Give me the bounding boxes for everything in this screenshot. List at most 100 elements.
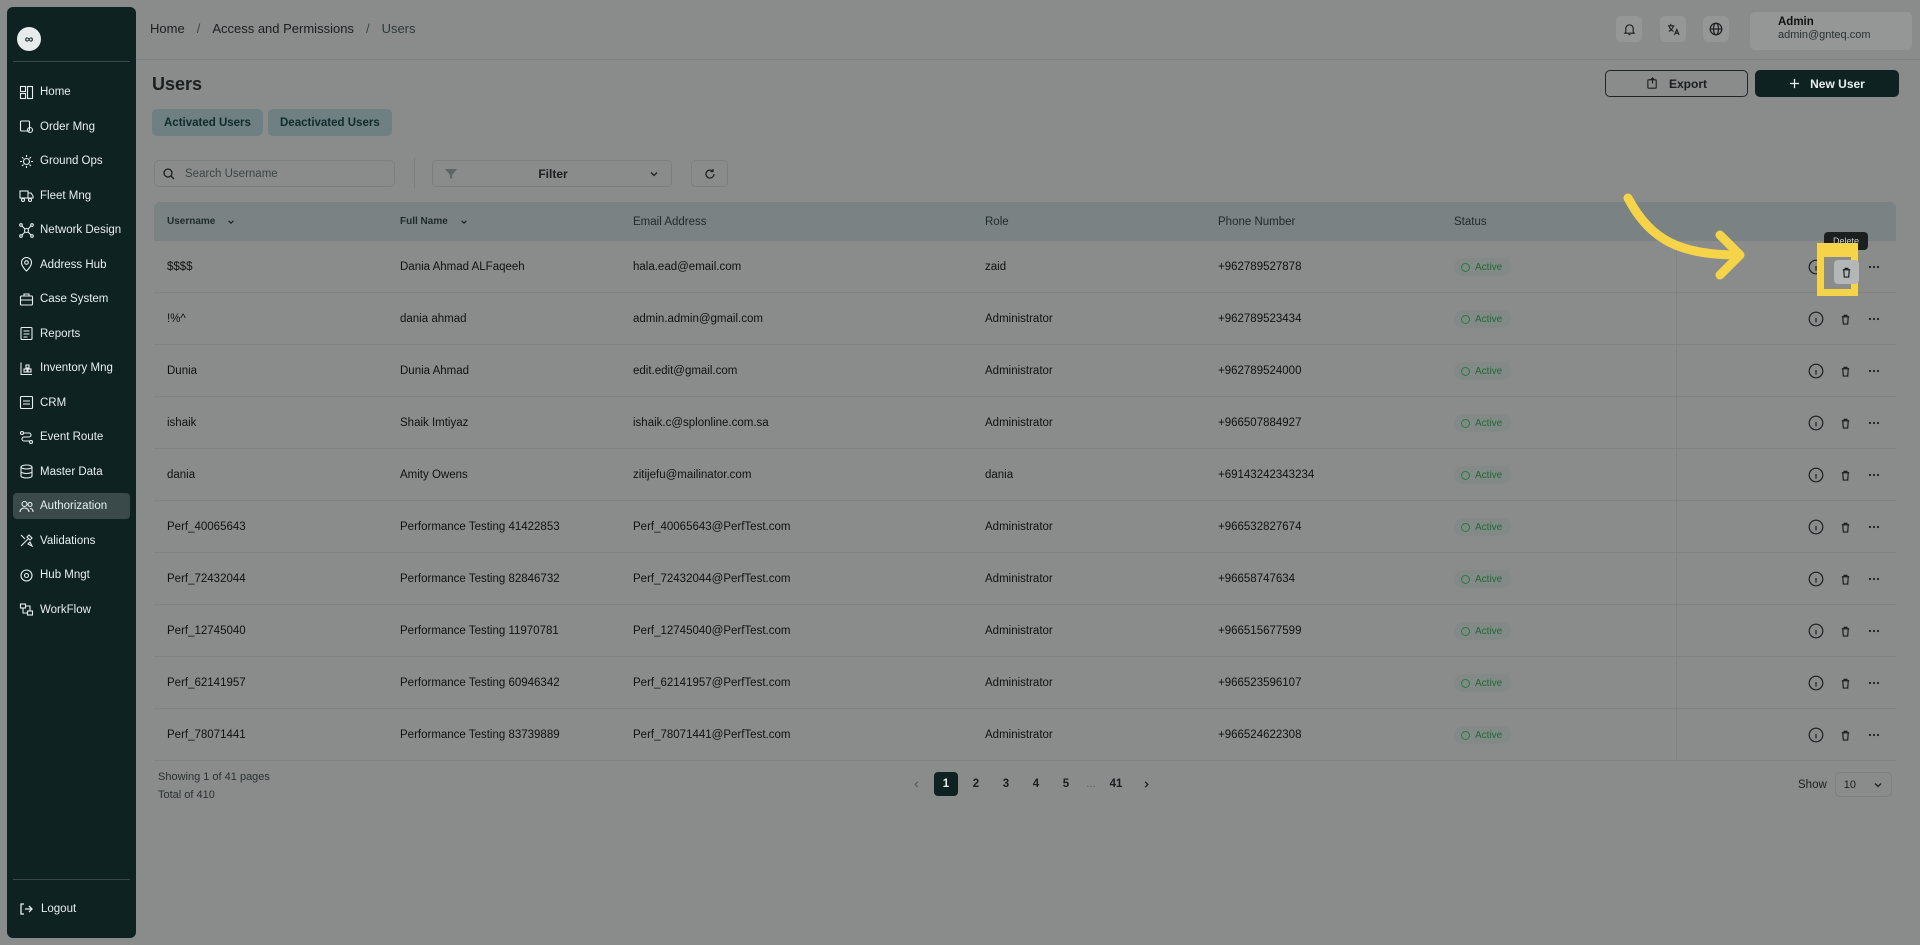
sidebar-item-label: Case System	[40, 293, 109, 305]
sidebar-item-address-hub[interactable]: Address Hub	[13, 252, 130, 278]
info-button[interactable]	[1805, 345, 1827, 397]
translate-button[interactable]	[1660, 16, 1686, 42]
delete-button[interactable]	[1834, 501, 1856, 553]
delete-button[interactable]	[1834, 605, 1856, 657]
table-row[interactable]: Perf_72432044 Performance Testing 8284673…	[154, 553, 1896, 605]
check-circle-icon	[1461, 470, 1470, 480]
sidebar-item-workflow[interactable]: WorkFlow	[13, 597, 130, 623]
cell-username: ishaik	[167, 417, 197, 429]
delete-button[interactable]	[1834, 709, 1856, 761]
page-button[interactable]: 41	[1104, 772, 1128, 796]
delete-button[interactable]	[1834, 397, 1856, 449]
breadcrumb-access[interactable]: Access and Permissions	[212, 21, 354, 36]
sidebar-item-master-data[interactable]: Master Data	[13, 459, 130, 485]
next-page-button[interactable]	[1134, 772, 1158, 796]
prev-page-button[interactable]	[904, 772, 928, 796]
sidebar-item-order-mng[interactable]: Order Mng	[13, 114, 130, 140]
page-button[interactable]: 2	[964, 772, 988, 796]
chevron-left-icon	[913, 780, 918, 788]
column-header-username[interactable]: Username	[167, 202, 235, 241]
page-size-select[interactable]: 10	[1834, 772, 1892, 797]
new-user-button[interactable]: New User	[1755, 70, 1899, 97]
app-logo[interactable]: ∞	[17, 27, 41, 51]
cell-role: Administrator	[985, 729, 1053, 741]
table-row[interactable]: Perf_12745040 Performance Testing 1197078…	[154, 605, 1896, 657]
table-row[interactable]: dania Amity Owens zitijefu@mailinator.com d…	[154, 449, 1896, 501]
cell-status: Active	[1454, 605, 1512, 657]
more-options-button[interactable]	[1863, 709, 1885, 761]
cell-phone: +962789523434	[1218, 313, 1302, 325]
search-icon	[163, 167, 175, 179]
info-button[interactable]	[1805, 605, 1827, 657]
page-button[interactable]: 3	[994, 772, 1018, 796]
info-button[interactable]	[1805, 501, 1827, 553]
delete-button[interactable]	[1834, 345, 1856, 397]
delete-button[interactable]	[1834, 657, 1856, 709]
column-header-fullname[interactable]: Full Name	[400, 202, 468, 241]
table-row[interactable]: Perf_78071441 Performance Testing 8373988…	[154, 709, 1896, 761]
refresh-button[interactable]	[691, 160, 728, 187]
more-options-button[interactable]	[1863, 293, 1885, 345]
more-options-button[interactable]	[1863, 553, 1885, 605]
notification-button[interactable]	[1616, 16, 1642, 42]
logout-button[interactable]: Logout	[19, 902, 76, 916]
sidebar-item-ground-ops[interactable]: Ground Ops	[13, 148, 130, 174]
delete-button[interactable]	[1834, 553, 1856, 605]
more-options-button[interactable]	[1863, 605, 1885, 657]
export-button[interactable]: Export	[1605, 70, 1748, 97]
sidebar-item-validations[interactable]: Validations	[13, 528, 130, 554]
ellipsis-icon	[1868, 317, 1880, 321]
page-button[interactable]: 1	[934, 772, 958, 796]
page-button[interactable]: 5	[1054, 772, 1078, 796]
info-button[interactable]	[1805, 397, 1827, 449]
language-button[interactable]	[1703, 16, 1729, 42]
table-row[interactable]: Dunia Dunia Ahmad edit.edit@gmail.com Admin…	[154, 345, 1896, 397]
sidebar-item-label: WorkFlow	[40, 603, 91, 616]
cell-full-name: Performance Testing 11970781	[400, 625, 559, 637]
sidebar-item-inventory-mng[interactable]: Inventory Mng	[13, 355, 130, 381]
more-options-button[interactable]	[1863, 449, 1885, 501]
table-row[interactable]: !%^ dania ahmad admin.admin@gmail.com Admin…	[154, 293, 1896, 345]
breadcrumb-home[interactable]: Home	[150, 21, 185, 36]
info-button[interactable]	[1805, 657, 1827, 709]
more-options-button[interactable]	[1863, 345, 1885, 397]
delete-button[interactable]	[1834, 293, 1856, 345]
crm-icon	[19, 395, 34, 410]
sidebar-item-authorization[interactable]: Authorization	[13, 493, 130, 519]
sidebar-item-home[interactable]: Home	[13, 79, 130, 105]
table-row[interactable]: ishaik Shaik Imtiyaz ishaik.c@splonline.co…	[154, 397, 1896, 449]
sidebar-item-label: Order Mng	[40, 120, 95, 133]
sidebar-item-hub-mngt[interactable]: Hub Mngt	[13, 562, 130, 588]
more-options-button[interactable]	[1863, 501, 1885, 553]
cell-status: Active	[1454, 397, 1512, 449]
delete-button[interactable]	[1834, 449, 1856, 501]
sidebar-item-fleet-mng[interactable]: Fleet Mng	[13, 183, 130, 209]
more-options-button[interactable]	[1863, 397, 1885, 449]
page-button[interactable]: 4	[1024, 772, 1048, 796]
sidebar-item-network-design[interactable]: Network Design	[13, 217, 130, 243]
table-row[interactable]: Perf_62141957 Performance Testing 6094634…	[154, 657, 1896, 709]
sidebar-item-event-route[interactable]: Event Route	[13, 424, 130, 450]
sidebar-item-case-system[interactable]: Case System	[13, 286, 130, 312]
table-row[interactable]: Perf_40065643 Performance Testing 4142285…	[154, 501, 1896, 553]
sidebar-item-crm[interactable]: CRM	[13, 390, 130, 416]
info-button[interactable]	[1805, 553, 1827, 605]
export-icon	[1647, 77, 1657, 89]
info-button[interactable]	[1805, 449, 1827, 501]
cell-full-name: Performance Testing 82846732	[400, 573, 560, 585]
pagination: 1 2 3 4 5... 41	[904, 772, 1158, 796]
cell-username: Perf_72432044	[167, 573, 246, 585]
user-menu[interactable]: Admin admin@gnteq.com	[1750, 12, 1912, 50]
tab-deactivated-users[interactable]: Deactivated Users	[268, 109, 392, 136]
filter-dropdown[interactable]: Filter	[432, 160, 672, 187]
pagination-ellipsis: ...	[1086, 778, 1096, 790]
more-options-button[interactable]	[1863, 657, 1885, 709]
tab-activated-users[interactable]: Activated Users	[152, 109, 263, 136]
ellipsis-icon	[1868, 629, 1880, 633]
search-input[interactable]	[185, 167, 385, 180]
delete-button-focused[interactable]	[1834, 260, 1859, 284]
info-button[interactable]	[1805, 709, 1827, 761]
status-badge: Active	[1454, 674, 1512, 692]
sidebar-item-reports[interactable]: Reports	[13, 321, 130, 347]
info-button[interactable]	[1805, 293, 1827, 345]
